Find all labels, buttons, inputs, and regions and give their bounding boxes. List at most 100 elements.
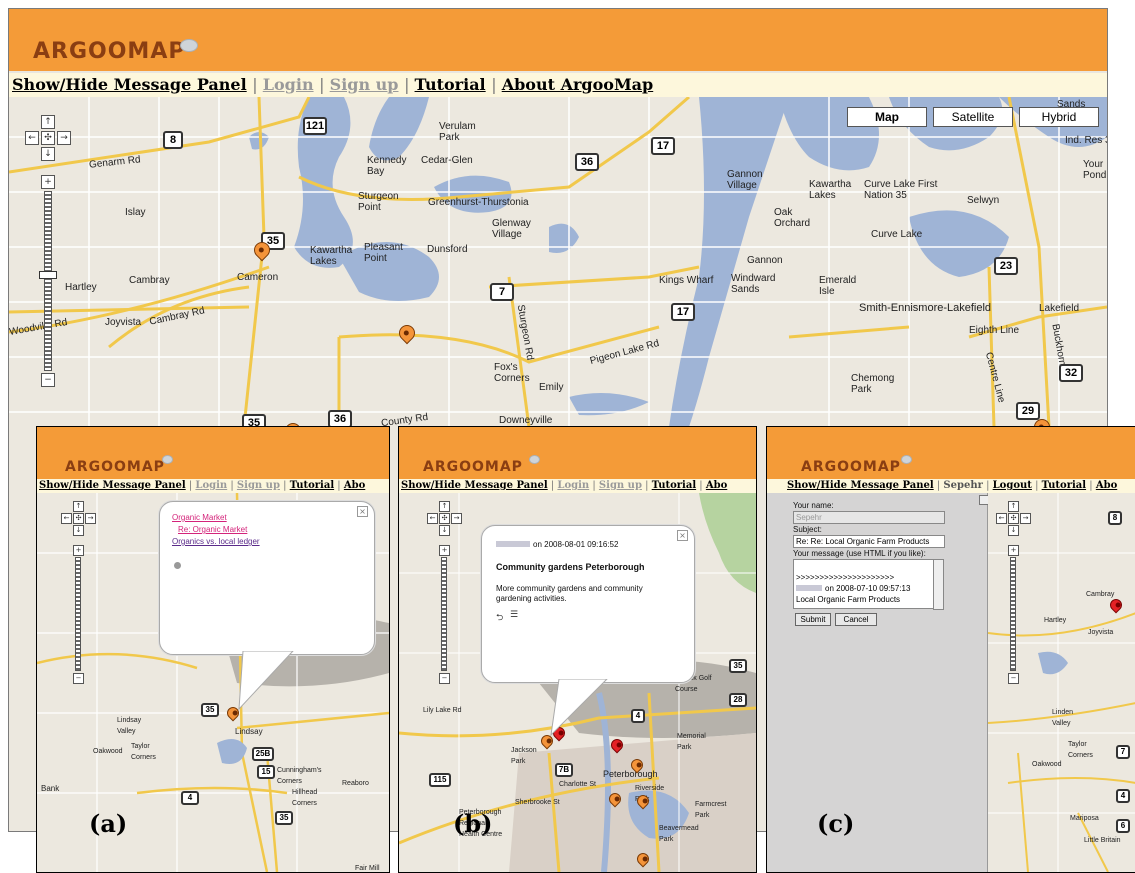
show-hide-message-panel-link[interactable]: Show/Hide Message Panel — [12, 75, 247, 94]
route-shield: 7 — [1116, 745, 1130, 759]
signup-link[interactable]: Sign up — [330, 75, 399, 94]
pan-right-icon[interactable]: → — [57, 131, 71, 145]
place-label: Hartley — [1044, 617, 1067, 624]
panel-caption-b: (b) — [453, 809, 493, 838]
pan-center-icon[interactable]: ✣ — [41, 131, 55, 145]
close-icon[interactable]: × — [357, 506, 368, 517]
screenshot-panel-b: ARGOOMAP Show/Hide Message Panel | Login… — [398, 426, 757, 873]
about-link[interactable]: Abo — [1096, 480, 1117, 491]
nav-separator: | — [982, 480, 993, 491]
login-link[interactable]: Login — [195, 480, 227, 491]
pan-down-icon[interactable]: ↓ — [41, 147, 55, 161]
show-hide-message-panel-link[interactable]: Show/Hide Message Panel — [787, 480, 934, 491]
logout-link[interactable]: Logout — [993, 480, 1032, 491]
login-link[interactable]: Login — [557, 480, 589, 491]
pan-up-icon[interactable]: ↑ — [439, 501, 450, 512]
tutorial-link[interactable]: Tutorial — [415, 75, 486, 94]
place-label: Memorial Park — [677, 733, 706, 751]
route-shield: 23 — [994, 257, 1018, 275]
place-label: Cunningham's Corners — [277, 767, 322, 785]
app-logo: ARGOOMAP — [65, 459, 165, 475]
place-label: Jackson Park — [511, 747, 537, 765]
cancel-button[interactable]: Cancel — [835, 613, 877, 626]
pan-center-icon[interactable]: ✣ — [1008, 513, 1019, 524]
show-hide-message-panel-link[interactable]: Show/Hide Message Panel — [39, 480, 186, 491]
pan-right-icon[interactable]: → — [1020, 513, 1031, 524]
submit-button[interactable]: Submit — [795, 613, 831, 626]
list-icon[interactable]: ☰ — [510, 610, 518, 620]
zoom-slider[interactable] — [441, 557, 447, 671]
app-logo: ARGOOMAP — [423, 459, 523, 475]
zoom-in-icon[interactable]: + — [1008, 545, 1019, 556]
tutorial-link[interactable]: Tutorial — [1042, 480, 1086, 491]
place-label: Kawartha Lakes — [809, 179, 852, 201]
place-label: Linden Valley — [1052, 709, 1074, 727]
signup-link[interactable]: Sign up — [237, 480, 280, 491]
pan-up-icon[interactable]: ↑ — [1008, 501, 1019, 512]
message-meta: on 2008-08-01 09:16:52 — [496, 540, 618, 549]
zoom-out-icon[interactable]: − — [439, 673, 450, 684]
pan-up-icon[interactable]: ↑ — [41, 115, 55, 129]
pan-down-icon[interactable]: ↓ — [1008, 525, 1019, 536]
place-label: Little Britain — [1084, 837, 1121, 844]
tutorial-link[interactable]: Tutorial — [290, 480, 334, 491]
textarea-scrollbar[interactable] — [933, 559, 944, 610]
place-label: Lindsay Valley — [117, 717, 142, 735]
author-redacted — [796, 585, 822, 591]
zoom-in-icon[interactable]: + — [439, 545, 450, 556]
add-reply-icon[interactable] — [174, 562, 181, 569]
close-icon[interactable]: × — [677, 530, 688, 541]
reply-icon[interactable]: ⮌ — [496, 610, 503, 626]
about-link[interactable]: About ArgooMap — [502, 75, 654, 94]
zoom-slider[interactable] — [44, 191, 52, 371]
pan-left-icon[interactable]: ← — [61, 513, 72, 524]
pan-right-icon[interactable]: → — [85, 513, 96, 524]
map-type-map-button[interactable]: Map — [847, 107, 927, 127]
pan-left-icon[interactable]: ← — [25, 131, 39, 145]
pan-center-icon[interactable]: ✣ — [439, 513, 450, 524]
pan-left-icon[interactable]: ← — [427, 513, 438, 524]
app-logo: ARGOOMAP — [33, 39, 186, 64]
map-type-satellite-button[interactable]: Satellite — [933, 107, 1013, 127]
place-label: Windward Sands — [731, 273, 776, 295]
zoom-slider[interactable] — [1010, 557, 1016, 671]
name-field[interactable]: Sepehr — [793, 511, 945, 524]
zoom-out-icon[interactable]: − — [73, 673, 84, 684]
about-link[interactable]: Abo — [344, 480, 365, 491]
zoom-out-icon[interactable]: − — [41, 373, 55, 387]
pan-right-icon[interactable]: → — [451, 513, 462, 524]
pan-down-icon[interactable]: ↓ — [73, 525, 84, 536]
place-label: Kawartha Lakes — [310, 245, 353, 267]
about-link[interactable]: Abo — [706, 480, 727, 491]
zoom-in-icon[interactable]: + — [73, 545, 84, 556]
place-label: Gannon Village — [727, 169, 763, 191]
pan-up-icon[interactable]: ↑ — [73, 501, 84, 512]
zoom-slider[interactable] — [75, 557, 81, 671]
place-label: Cambray — [1086, 591, 1115, 598]
place-label: Kennedy Bay — [367, 155, 407, 177]
thread-reply-link[interactable]: Re: Organic Market — [172, 524, 260, 536]
message-textarea[interactable]: >>>>>>>>>>>>>>>>>>>>> on 2008-07-10 09:5… — [793, 559, 935, 609]
pan-down-icon[interactable]: ↓ — [439, 525, 450, 536]
author-redacted — [496, 541, 530, 547]
nav-separator: | — [589, 480, 599, 491]
place-label: Your Pond — [1083, 159, 1107, 181]
zoom-in-icon[interactable]: + — [41, 175, 55, 189]
panel-c-map[interactable]: Cambray Joyvista Hartley Linden Valley T… — [988, 493, 1135, 872]
signup-link[interactable]: Sign up — [599, 480, 642, 491]
map-type-hybrid-button[interactable]: Hybrid — [1019, 107, 1099, 127]
pan-center-icon[interactable]: ✣ — [73, 513, 84, 524]
thread-link[interactable]: Organic Market — [172, 512, 260, 524]
subject-field[interactable]: Re: Re: Local Organic Farm Products — [793, 535, 945, 548]
place-label: Hillhead Corners — [292, 789, 318, 807]
zoom-out-icon[interactable]: − — [1008, 673, 1019, 684]
pan-left-icon[interactable]: ← — [996, 513, 1007, 524]
login-link[interactable]: Login — [263, 75, 314, 94]
thread-link[interactable]: Organics vs. local ledger — [172, 536, 260, 548]
nav-separator: | — [227, 480, 237, 491]
nav-separator: | — [319, 75, 330, 94]
tutorial-link[interactable]: Tutorial — [652, 480, 696, 491]
show-hide-message-panel-link[interactable]: Show/Hide Message Panel — [401, 480, 548, 491]
zoom-slider-thumb[interactable] — [39, 271, 57, 279]
nav-separator: | — [404, 75, 415, 94]
